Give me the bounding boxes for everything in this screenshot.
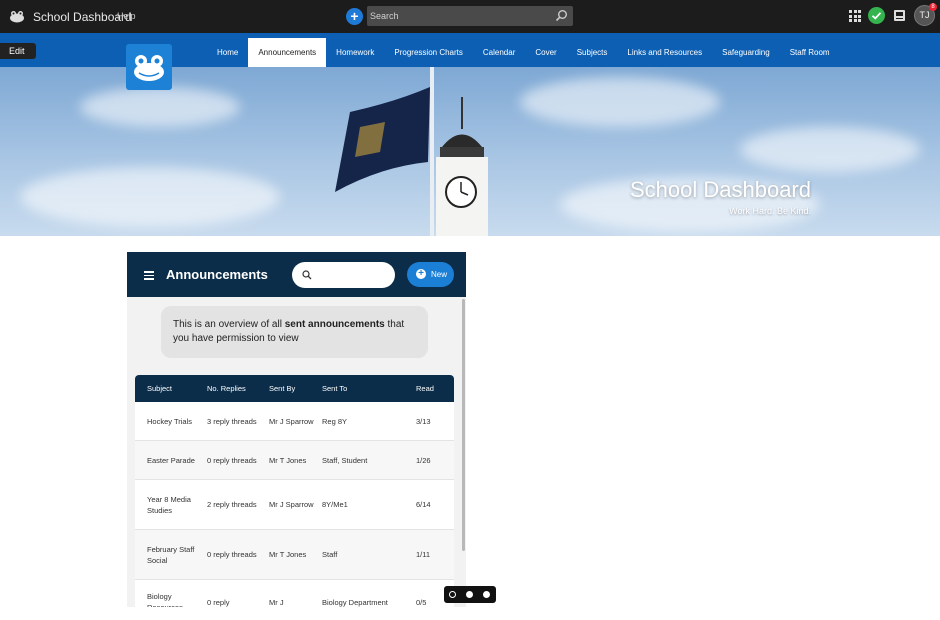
new-announcement-button[interactable]: + New <box>407 262 454 287</box>
cell-subject: Year 8 Media Studies <box>147 494 191 515</box>
cell-read: 0/5 <box>416 597 427 607</box>
nav-item-homework[interactable]: Homework <box>326 38 384 67</box>
cell-read: 1/11 <box>416 550 431 559</box>
nav-item-home[interactable]: Home <box>207 38 248 67</box>
table-row[interactable]: Biology Resources 0 reply Mr J Biology Depa… <box>135 580 454 607</box>
cell-subject: Biology Resources <box>147 592 183 607</box>
cell-sent-to: Biology Department <box>322 597 388 607</box>
hero-subtitle: Work Hard. Be Kind. <box>729 206 811 216</box>
announcements-panel: Announcements + New This is an overview … <box>127 252 466 607</box>
create-plus-button[interactable]: + <box>346 8 363 25</box>
search-icon[interactable] <box>555 9 568 22</box>
cell-subject: Easter Parade <box>147 455 195 465</box>
cell-replies: 3 reply threads <box>207 416 257 426</box>
cell-sent-to: Reg 8Y <box>322 416 348 426</box>
search-input[interactable] <box>370 9 550 23</box>
cell-sent-to: 8Y/Me1 <box>322 500 348 509</box>
nav-item-calendar[interactable]: Calendar <box>473 38 525 67</box>
table-header: Subject No. Replies Sent By Sent To Read <box>135 375 454 402</box>
column-header-read[interactable]: Read <box>416 384 446 393</box>
column-header-sent-to[interactable]: Sent To <box>322 384 412 393</box>
cell-read: 1/26 <box>416 455 431 465</box>
column-header-replies[interactable]: No. Replies <box>207 384 262 393</box>
nav-item-progression-charts[interactable]: Progression Charts <box>384 38 472 67</box>
panel-header: Announcements + New <box>127 252 466 297</box>
top-bar: School Dashboard Help + TJ 8 <box>0 0 940 33</box>
cell-sent-by: Mr J <box>269 597 284 607</box>
new-button-label: New <box>431 270 448 279</box>
global-search <box>367 6 573 26</box>
notification-badge: 8 <box>929 3 937 11</box>
column-header-sent-by[interactable]: Sent By <box>269 384 314 393</box>
cell-replies: 2 reply threads <box>207 500 257 509</box>
school-logo-icon[interactable] <box>126 44 172 90</box>
table-body: Hockey Trials 3 reply threads Mr J Sparrow… <box>135 402 454 607</box>
cell-read: 6/14 <box>416 500 431 509</box>
announcements-table: Subject No. Replies Sent By Sent To Read… <box>135 375 454 607</box>
nav-item-links-and-resources[interactable]: Links and Resources <box>617 38 712 67</box>
info-message: This is an overview of all sent announce… <box>161 306 428 358</box>
nav-item-subjects[interactable]: Subjects <box>567 38 618 67</box>
table-row[interactable]: Year 8 Media Studies 2 reply threads Mr J … <box>135 480 454 530</box>
nav-item-staff-room[interactable]: Staff Room <box>780 38 840 67</box>
pager-dot[interactable] <box>466 591 473 598</box>
info-prefix: This is an overview of all <box>173 319 285 330</box>
panel-title: Announcements <box>166 267 268 282</box>
cell-replies: 0 reply threads <box>207 550 257 559</box>
status-check-icon[interactable] <box>868 7 885 24</box>
cell-subject: February Staff Social <box>147 544 195 565</box>
announcement-search-input[interactable] <box>292 262 395 288</box>
menu-icon[interactable] <box>144 271 154 280</box>
nav-item-announcements[interactable]: Announcements <box>248 38 327 67</box>
cell-sent-by: Mr T Jones <box>269 550 307 559</box>
cell-sent-by: Mr J Sparrow <box>269 500 314 509</box>
pager-dot[interactable] <box>483 591 490 598</box>
inbox-icon[interactable] <box>894 10 905 21</box>
search-icon <box>302 270 312 280</box>
carousel-pager <box>444 586 496 603</box>
info-bold: sent announcements <box>284 319 385 330</box>
cell-sent-by: Mr T Jones <box>269 455 307 465</box>
cell-sent-by: Mr J Sparrow <box>269 416 314 426</box>
nav-item-cover[interactable]: Cover <box>525 38 566 67</box>
cell-sent-to: Staff, Student <box>322 455 368 465</box>
cell-sent-to: Staff <box>322 550 338 559</box>
table-row[interactable]: Easter Parade 0 reply threads Mr T Jones St… <box>135 441 454 480</box>
plus-icon: + <box>416 269 426 279</box>
help-link[interactable]: Help <box>117 11 136 21</box>
table-row[interactable]: February Staff Social 0 reply threads Mr T… <box>135 530 454 580</box>
cell-subject: Hockey Trials <box>147 416 193 426</box>
nav-item-safeguarding[interactable]: Safeguarding <box>712 38 780 67</box>
table-row[interactable]: Hockey Trials 3 reply threads Mr J Sparrow… <box>135 402 454 441</box>
column-header-subject[interactable]: Subject <box>147 384 197 393</box>
edit-button[interactable]: Edit <box>0 43 36 59</box>
nav-list: Home Announcements Homework Progression Cha… <box>207 38 840 67</box>
cell-read: 3/13 <box>416 416 431 426</box>
pager-dot[interactable] <box>449 591 456 598</box>
apps-grid-icon[interactable] <box>849 10 861 22</box>
panel-scrollbar[interactable] <box>462 299 465 551</box>
hero-title: School Dashboard <box>629 177 811 202</box>
cell-replies: 0 reply threads <box>207 455 257 465</box>
frog-logo-icon[interactable] <box>9 8 25 24</box>
hero-banner: School Dashboard Work Hard. Be Kind. <box>0 67 940 236</box>
cell-replies: 0 reply <box>207 597 230 607</box>
